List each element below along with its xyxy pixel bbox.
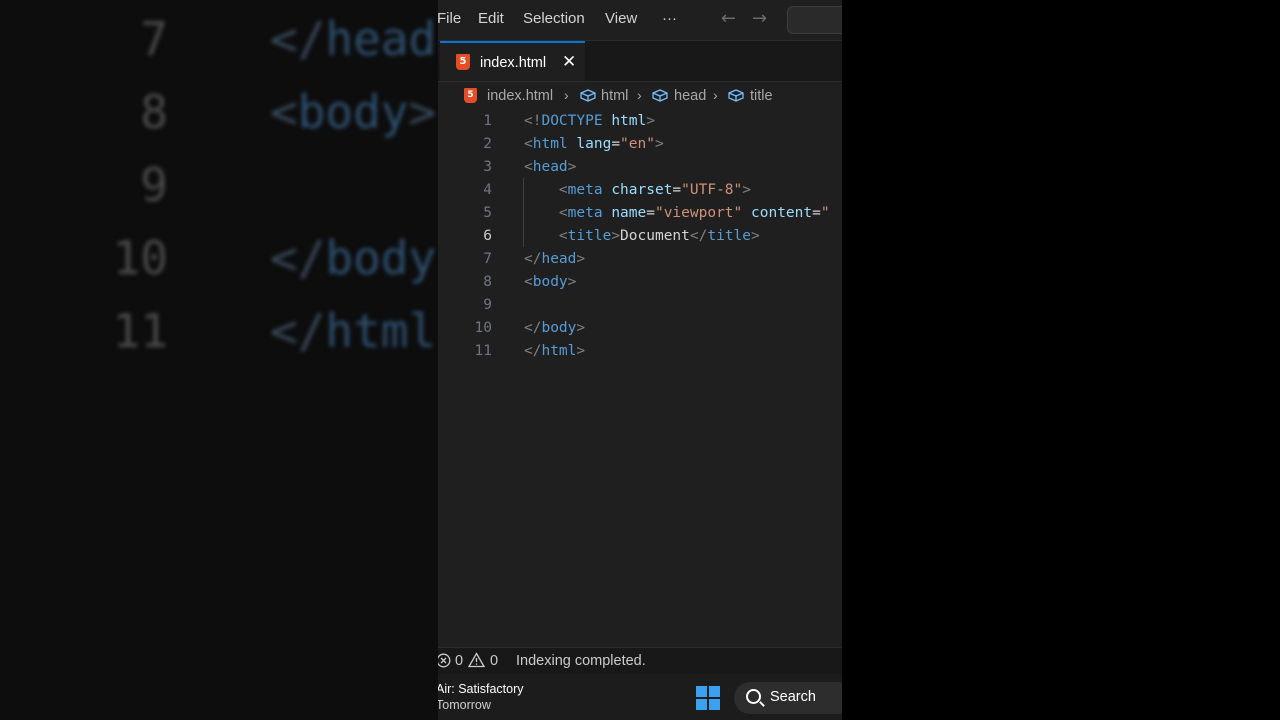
line-number: 9 <box>483 297 492 313</box>
background-line-number: 11 <box>112 304 168 358</box>
forward-arrow-icon[interactable]: → <box>752 8 767 29</box>
background-line-number: 10 <box>112 231 168 285</box>
code-text: <body> <box>524 274 577 290</box>
close-tab-icon[interactable]: ✕ <box>562 52 576 72</box>
windows-start-icon[interactable] <box>696 686 720 710</box>
more-menu-icon[interactable]: ··· <box>662 10 677 27</box>
code-line[interactable]: 10 </body> <box>438 317 842 340</box>
line-number: 10 <box>474 320 492 336</box>
html5-file-icon: 5 <box>464 88 477 103</box>
html5-file-icon: 5 <box>456 54 470 70</box>
weather-status[interactable]: Air: Satisfactory <box>438 682 524 696</box>
code-text: <!DOCTYPE html> <box>524 113 655 129</box>
line-number: 3 <box>483 159 492 175</box>
background-code-text: </html <box>270 304 437 358</box>
warning-count[interactable]: 0 <box>490 653 498 669</box>
code-text: </body> <box>524 320 586 336</box>
background-code-text: <body> <box>270 85 437 139</box>
tab-bar: 5 index.html ✕ <box>438 41 842 82</box>
chevron-right-icon: › <box>637 87 642 103</box>
line-number: 7 <box>483 251 492 267</box>
code-text: <title>Document</title> <box>558 228 760 244</box>
background-line-number: 9 <box>140 158 168 212</box>
blurred-background-code: 7 </head 8 <body> 9 10 </body 11 </html <box>0 0 438 720</box>
code-line[interactable]: 3 <head> <box>438 156 842 179</box>
line-number: 8 <box>483 274 492 290</box>
vscode-window: File Edit Selection View ··· ← → 5 index… <box>438 0 842 720</box>
code-text: <meta charset="UTF-8"> <box>558 182 751 198</box>
menu-edit[interactable]: Edit <box>478 10 504 27</box>
symbol-element-icon <box>728 89 744 102</box>
code-text: </html> <box>524 343 586 359</box>
search-icon <box>746 689 761 704</box>
tab-label: index.html <box>480 55 547 71</box>
status-bar: 0 0 Indexing completed. <box>438 647 842 674</box>
code-line[interactable]: 1 <!DOCTYPE html> <box>438 110 842 133</box>
background-right <box>842 0 1280 720</box>
code-text: </head> <box>524 251 586 267</box>
menu-view[interactable]: View <box>605 10 637 27</box>
error-count[interactable]: 0 <box>455 653 463 669</box>
status-message: Indexing completed. <box>516 653 646 669</box>
breadcrumb-file[interactable]: index.html <box>487 88 553 104</box>
code-line[interactable]: 2 <html lang="en"> <box>438 133 842 156</box>
taskbar-search-button[interactable]: Search <box>734 682 842 714</box>
breadcrumb-title[interactable]: title <box>750 88 773 104</box>
code-text: <head> <box>524 159 577 175</box>
line-number: 11 <box>474 343 492 359</box>
breadcrumb-head[interactable]: head <box>674 88 706 104</box>
chevron-right-icon: › <box>564 87 569 103</box>
menu-bar: File Edit Selection View ··· ← → <box>438 0 842 41</box>
warning-icon[interactable] <box>468 652 485 668</box>
line-number: 4 <box>483 182 492 198</box>
code-line[interactable]: 5 <meta name="viewport" content=" <box>438 202 842 225</box>
search-label: Search <box>770 689 816 705</box>
menu-file[interactable]: File <box>438 10 461 27</box>
line-number: 5 <box>483 205 492 221</box>
code-text: <meta name="viewport" content=" <box>558 205 830 221</box>
chevron-right-icon: › <box>713 87 718 103</box>
menu-selection[interactable]: Selection <box>523 10 585 27</box>
line-number: 1 <box>483 113 492 129</box>
code-line[interactable]: 11 </html> <box>438 340 842 363</box>
tab-index-html[interactable]: 5 index.html ✕ <box>440 41 585 81</box>
line-number: 6 <box>483 228 492 244</box>
error-icon[interactable] <box>438 653 451 668</box>
background-code-text: </head <box>270 12 437 66</box>
code-line[interactable]: 8 <body> <box>438 271 842 294</box>
code-line[interactable]: 4 <meta charset="UTF-8"> <box>438 179 842 202</box>
code-line[interactable]: 6 <title>Document</title> <box>438 225 842 248</box>
breadcrumb: 5 index.html › html › head › title <box>438 84 842 110</box>
breadcrumb-html[interactable]: html <box>601 88 628 104</box>
weather-subtext: Tomorrow <box>438 698 491 712</box>
back-arrow-icon[interactable]: ← <box>721 8 736 29</box>
code-text: <html lang="en"> <box>524 136 664 152</box>
symbol-element-icon <box>652 89 668 102</box>
symbol-element-icon <box>580 89 596 102</box>
line-number: 2 <box>483 136 492 152</box>
background-line-number: 8 <box>140 85 168 139</box>
background-line-number: 7 <box>140 12 168 66</box>
code-line[interactable]: 7 </head> <box>438 248 842 271</box>
code-line[interactable]: 9 <box>438 294 842 317</box>
windows-taskbar: Air: Satisfactory Tomorrow Search <box>438 674 842 720</box>
command-center-input[interactable] <box>787 6 842 34</box>
background-code-text: </body <box>270 231 437 285</box>
